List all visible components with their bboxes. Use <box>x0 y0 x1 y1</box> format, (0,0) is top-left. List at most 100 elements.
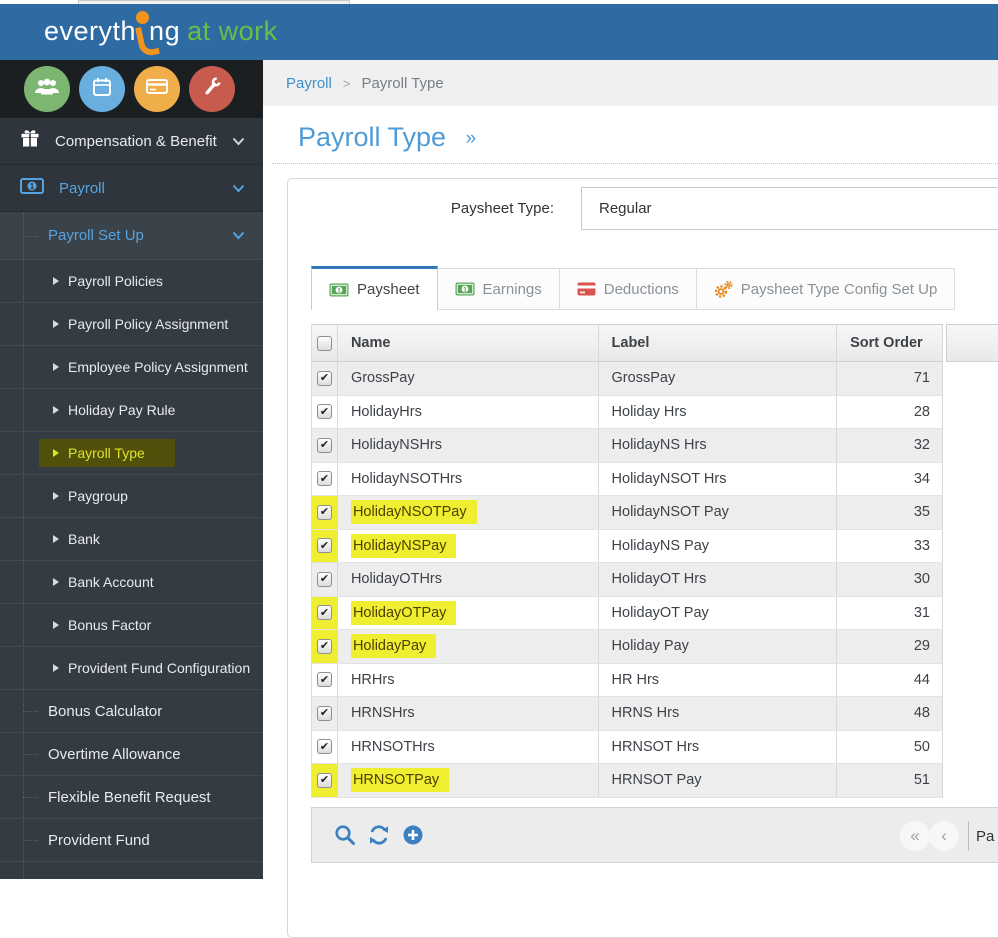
table-row: HolidayHrs Holiday Hrs 28 <box>312 395 943 429</box>
row-checkbox[interactable] <box>316 739 332 755</box>
sidebar-item-payroll-type[interactable]: Payroll Type <box>0 432 263 475</box>
breadcrumb-separator-icon: > <box>342 75 351 91</box>
row-checkbox[interactable] <box>316 404 332 420</box>
content-panel: Paysheet Type: 1 Paysheet 1 <box>287 178 998 938</box>
sidebar-item-bank[interactable]: Bank <box>0 518 263 561</box>
sidebar-item-payroll[interactable]: 1 Payroll <box>0 165 263 212</box>
row-checkbox[interactable] <box>316 504 332 520</box>
row-checkbox[interactable] <box>316 538 332 554</box>
cell-sort-order: 31 <box>837 596 943 629</box>
checkbox-cell <box>312 663 338 696</box>
sidebar-item-bonus-calculator[interactable]: Bonus Calculator <box>0 690 263 733</box>
row-checkbox[interactable] <box>316 772 332 788</box>
previous-page-button[interactable]: ‹ <box>929 821 959 851</box>
cell-label: HolidayNSOT Pay <box>599 496 838 529</box>
deduction-card-icon <box>577 282 596 296</box>
row-checkbox[interactable] <box>316 370 332 386</box>
quick-payments-button[interactable] <box>134 66 180 112</box>
cell-label: HRNS Hrs <box>599 697 838 730</box>
cell-sort-order: 32 <box>837 429 943 462</box>
sidebar-item-label: Compensation & Benefit <box>55 132 217 150</box>
caret-right-icon <box>53 578 59 586</box>
paysheet-type-input[interactable] <box>581 187 998 230</box>
app-header: everyth ng at work <box>0 4 998 60</box>
breadcrumb-payroll-link[interactable]: Payroll <box>286 75 332 92</box>
table-toolbar: « ‹ Pa <box>311 807 998 863</box>
row-checkbox[interactable] <box>316 437 332 453</box>
tab-deductions[interactable]: Deductions <box>558 268 697 310</box>
cell-name: HolidayOTHrs <box>338 563 599 596</box>
row-checkbox[interactable] <box>316 638 332 654</box>
breadcrumb-current: Payroll Type <box>361 74 444 92</box>
page-title-text: Payroll Type <box>298 122 447 152</box>
tab-paysheet-type-config-set-up[interactable]: Paysheet Type Config Set Up <box>695 268 956 310</box>
cell-sort-order: 71 <box>837 362 943 395</box>
cell-label: HolidayNS Hrs <box>599 429 838 462</box>
quick-tools-button[interactable] <box>189 66 235 112</box>
sidebar-item-label: Bonus Factor <box>68 617 152 633</box>
sidebar: Compensation & Benefit 1 Payroll Payroll… <box>0 60 263 879</box>
first-page-button[interactable]: « <box>900 821 930 851</box>
checkbox-cell <box>312 563 338 596</box>
tab-paysheet[interactable]: 1 Paysheet <box>311 266 438 310</box>
cell-sort-order: 34 <box>837 462 943 495</box>
caret-right-icon <box>53 320 59 328</box>
sidebar-item-label: Payroll <box>59 179 105 197</box>
quick-calendar-button[interactable] <box>79 66 125 112</box>
sidebar-item-partial <box>0 862 263 879</box>
cell-name: HolidayNSPay <box>338 529 599 562</box>
cell-label: HRNSOT Hrs <box>599 730 838 763</box>
row-checkbox[interactable] <box>316 705 332 721</box>
sidebar-item-employee-policy-assignment[interactable]: Employee Policy Assignment <box>0 346 263 389</box>
checkbox-cell <box>312 764 338 797</box>
page-title: Payroll Type » <box>298 122 476 153</box>
sidebar-item-payroll-policy-assignment[interactable]: Payroll Policy Assignment <box>0 303 263 346</box>
sidebar-item-flexible-benefit-request[interactable]: Flexible Benefit Request <box>0 776 263 819</box>
header-name[interactable]: Name <box>338 325 599 361</box>
cell-label: HR Hrs <box>599 663 838 696</box>
sidebar-item-compensation-benefit[interactable]: Compensation & Benefit <box>0 118 263 165</box>
sidebar-item-payroll-policies[interactable]: Payroll Policies <box>0 260 263 303</box>
sidebar-item-paygroup[interactable]: Paygroup <box>0 475 263 518</box>
name-text: GrossPay <box>350 370 415 387</box>
table-header-row: Name Label Sort Order <box>312 324 943 362</box>
sidebar-item-provident-fund[interactable]: Provident Fund <box>0 819 263 862</box>
header-sort-order[interactable]: Sort Order <box>837 325 943 361</box>
header-label[interactable]: Label <box>599 325 838 361</box>
app-logo: everyth ng at work <box>44 11 278 47</box>
select-all-checkbox[interactable] <box>316 335 332 351</box>
money-icon: 1 <box>329 283 349 297</box>
name-text: HolidayOTPay <box>350 600 457 625</box>
sidebar-item-holiday-pay-rule[interactable]: Holiday Pay Rule <box>0 389 263 432</box>
cell-name: HRNSOTHrs <box>338 730 599 763</box>
row-checkbox[interactable] <box>316 672 332 688</box>
search-button[interactable] <box>334 824 356 846</box>
name-text: HolidayNSOTPay <box>350 500 477 525</box>
row-checkbox[interactable] <box>316 571 332 587</box>
cell-name: HolidayNSOTHrs <box>338 462 599 495</box>
sidebar-group-payroll-set-up[interactable]: Payroll Set Up <box>0 212 263 260</box>
sidebar-item-bank-account[interactable]: Bank Account <box>0 561 263 604</box>
table-row: GrossPay GrossPay 71 <box>312 362 943 396</box>
sidebar-item-provident-fund-configuration[interactable]: Provident Fund Configuration <box>0 647 263 690</box>
sidebar-item-label: Holiday Pay Rule <box>68 402 176 418</box>
quick-people-button[interactable] <box>24 66 70 112</box>
logo-swoosh-icon <box>136 11 150 46</box>
add-button[interactable] <box>402 824 424 846</box>
highlight-marker: Payroll Type <box>39 439 175 467</box>
table-row: HolidayNSHrs HolidayNS Hrs 32 <box>312 429 943 463</box>
tab-earnings[interactable]: 1 Earnings <box>436 268 560 310</box>
cell-name: HolidayHrs <box>338 395 599 428</box>
row-checkbox[interactable] <box>316 605 332 621</box>
caret-right-icon <box>53 406 59 414</box>
chevron-down-icon <box>232 133 245 150</box>
sidebar-item-overtime-allowance[interactable]: Overtime Allowance <box>0 733 263 776</box>
sidebar-item-label: Bank <box>68 531 100 547</box>
sidebar-item-bonus-factor[interactable]: Bonus Factor <box>0 604 263 647</box>
name-text: HolidayNSHrs <box>350 437 443 454</box>
row-checkbox[interactable] <box>316 471 332 487</box>
cell-sort-order: 33 <box>837 529 943 562</box>
wrench-icon <box>201 76 223 103</box>
refresh-button[interactable] <box>368 824 390 846</box>
table-extra-column-body <box>946 362 998 798</box>
